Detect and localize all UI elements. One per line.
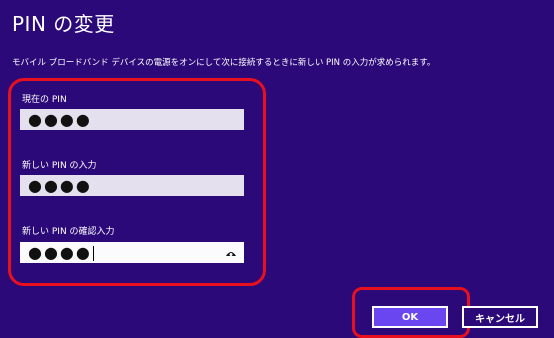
- dialog-title: PIN の変更: [12, 12, 115, 36]
- fields-highlight: [8, 78, 266, 286]
- cancel-button[interactable]: キャンセル: [462, 306, 538, 328]
- dialog-description: モバイル ブロードバンド デバイスの電源をオンにして次に接続するときに新しい P…: [12, 58, 436, 68]
- ok-button[interactable]: OK: [372, 306, 448, 328]
